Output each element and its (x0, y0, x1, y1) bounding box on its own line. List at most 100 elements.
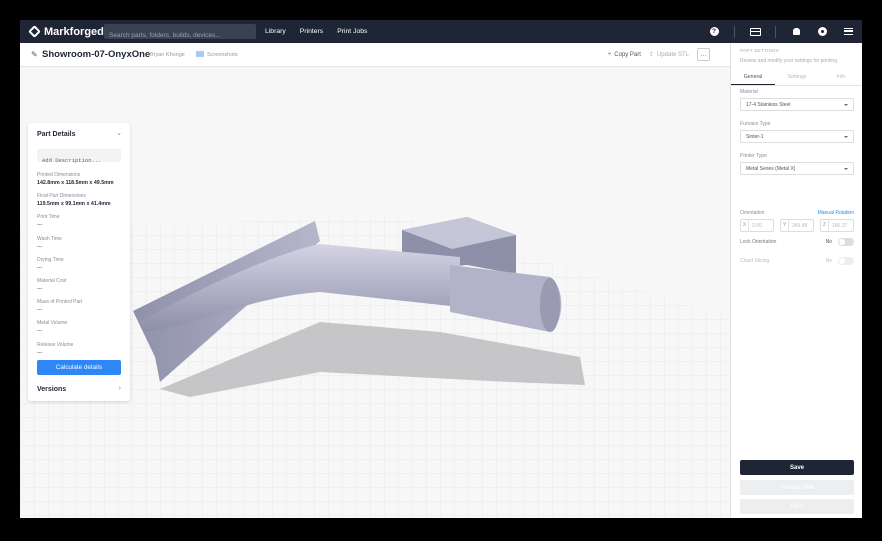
detail-metal-volume: Metal Volume --- (37, 320, 123, 341)
user-button[interactable] (816, 26, 828, 38)
brand-name: Markforged (44, 25, 104, 38)
copy-part-label: Copy Part (614, 51, 641, 58)
update-stl-button[interactable]: ⇪ Update STL (648, 51, 689, 59)
settings-tabs: General Settings Info (731, 71, 862, 86)
detail-label: Mass of Printed Part (37, 299, 83, 306)
detail-value: --- (37, 243, 43, 250)
detail-print-time: Print Time --- (37, 214, 123, 235)
update-stl-label: Update STL (656, 51, 689, 58)
calculate-details-button[interactable]: Calculate details (37, 360, 121, 375)
nav-divider (734, 25, 735, 38)
markforged-logo-icon (29, 26, 40, 37)
nav-link-print-jobs[interactable]: Print Jobs (337, 28, 367, 35)
orientation-y-input[interactable]: Y 349.48 (780, 219, 814, 232)
folder-icon (196, 51, 204, 57)
printer-label: Printer Type (740, 153, 767, 159)
user-icon (817, 27, 827, 36)
3d-viewport[interactable]: Part Details ⌄ Printed Dimensions 142.8mm… (20, 67, 730, 518)
part-header: ✎ Showroom-07-OnyxOne Bryan Khonge Scree… (20, 43, 730, 67)
orientation-z-input[interactable]: Z 180.37 (820, 219, 854, 232)
detail-value: --- (37, 307, 43, 314)
axis-value: 2.66 (752, 222, 762, 229)
orientation-x-input[interactable]: X 2.66 (740, 219, 774, 232)
nav-link-library[interactable]: Library (265, 28, 286, 35)
detail-value: --- (37, 349, 43, 356)
furnace-select[interactable]: Sinter-1 (740, 130, 854, 143)
notifications-button[interactable] (790, 26, 802, 38)
tab-general[interactable]: General (731, 71, 775, 85)
furnace-value: Sinter-1 (746, 133, 764, 140)
cloud-slicing-value: No (825, 258, 832, 264)
menu-icon (843, 28, 853, 35)
nav-icons: ? (708, 23, 854, 40)
versions-section[interactable]: Versions (37, 386, 66, 393)
printer-value: Metal Series (Metal X) (746, 165, 796, 172)
detail-value: --- (37, 285, 43, 292)
tab-settings[interactable]: Settings (775, 71, 819, 85)
axis-value: 349.48 (792, 222, 808, 229)
detail-value: 119.5mm x 99.1mm x 41.4mm (37, 201, 111, 208)
description-field[interactable] (37, 149, 121, 167)
part-folder-link[interactable]: Screenshots (207, 52, 238, 58)
edit-pencil-icon[interactable]: ✎ (31, 50, 38, 59)
material-value: 17-4 Stainless Steel (746, 101, 791, 108)
detail-label: Material Cost (37, 277, 67, 284)
upload-icon: ⇪ (648, 52, 654, 58)
detail-value: --- (37, 328, 43, 335)
collapse-chevron-icon[interactable]: ⌄ (116, 129, 122, 137)
detail-material-cost: Material Cost --- (37, 278, 123, 299)
detail-label: Print Time (37, 214, 60, 221)
axis-label: X (741, 220, 749, 231)
detail-value: --- (37, 222, 43, 229)
detail-label: Drying Time (37, 256, 64, 263)
axis-label: Y (781, 220, 789, 231)
orientation-row: Orientation Manual Rotation (740, 210, 854, 216)
material-select[interactable]: 17-4 Stainless Steel (740, 98, 854, 111)
print-button[interactable]: Print (740, 499, 854, 514)
global-search[interactable] (104, 24, 256, 43)
manual-rotation-link[interactable]: Manual Rotation (818, 210, 854, 216)
lock-orientation-value: No (825, 239, 832, 245)
cloud-slicing-toggle[interactable] (838, 257, 854, 265)
search-input[interactable] (104, 28, 256, 43)
detail-label: Release Volume (37, 341, 74, 348)
settings-title: PART SETTINGS (740, 48, 780, 53)
printer-field: Printer Type Metal Series (Metal X) (740, 153, 854, 175)
lock-orientation-row: Lock Orientation No (740, 237, 854, 247)
tab-info[interactable]: Info (819, 71, 862, 85)
detail-label: Metal Volume (37, 320, 68, 327)
more-options-button[interactable]: … (697, 48, 710, 61)
lock-orientation-label: Lock Orientation (740, 239, 777, 245)
part-details-title: Part Details (37, 131, 76, 138)
brand-logo[interactable]: Markforged (29, 24, 104, 39)
part-title[interactable]: Showroom-07-OnyxOne (42, 49, 150, 60)
axis-label: Z (821, 220, 829, 231)
nav-link-printers[interactable]: Printers (300, 28, 323, 35)
detail-label: Printed Dimensions (37, 172, 81, 178)
help-button[interactable]: ? (708, 26, 720, 38)
nav-links: Library Printers Print Jobs (265, 24, 367, 39)
furnace-label: Furnace Type (740, 121, 771, 127)
internal-view-button[interactable]: Internal View (740, 480, 854, 495)
detail-printed-dimensions: Printed Dimensions 142.8mm x 118.5mm x 49… (37, 172, 123, 193)
copy-part-button[interactable]: ⑂ Copy Part (608, 52, 641, 58)
lock-orientation-toggle[interactable] (838, 238, 854, 246)
orientation-inputs: X 2.66 Y 349.48 Z 180.37 (740, 219, 854, 232)
chevron-right-icon[interactable]: › (119, 385, 121, 392)
printer-select[interactable]: Metal Series (Metal X) (740, 162, 854, 175)
part-settings-panel: PART SETTINGS Review and modify your set… (730, 43, 862, 518)
description-input[interactable] (37, 154, 121, 167)
detail-drying-time: Drying Time --- (37, 257, 123, 278)
part-owner: Bryan Khonge (150, 52, 185, 58)
menu-button[interactable] (842, 26, 854, 38)
axis-value: 180.37 (832, 222, 848, 229)
top-navigation-bar: Markforged Library Printers Print Jobs ? (20, 20, 862, 43)
save-button[interactable]: Save (740, 460, 854, 475)
detail-value: --- (37, 264, 43, 271)
part-actions: ⑂ Copy Part ⇪ Update STL … (608, 48, 710, 61)
app-window: Markforged Library Printers Print Jobs ?… (20, 20, 862, 518)
material-label: Material (740, 89, 758, 95)
details-list: Printed Dimensions 142.8mm x 118.5mm x 49… (37, 172, 123, 363)
caret-down-icon (844, 167, 848, 170)
card-button[interactable] (749, 26, 761, 38)
